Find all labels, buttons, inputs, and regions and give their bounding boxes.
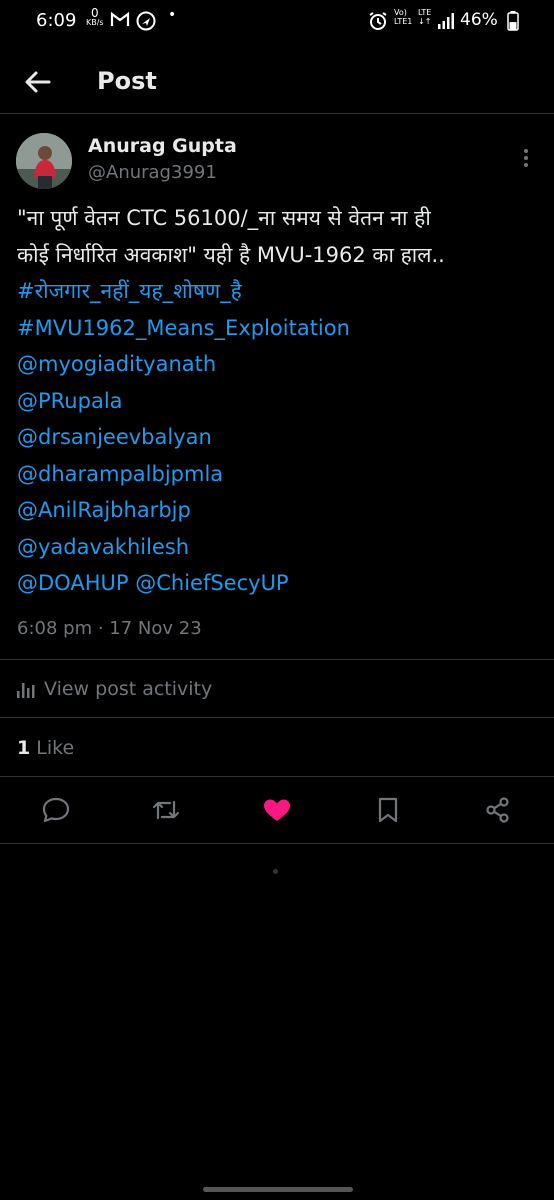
likes-divider (0, 776, 554, 777)
post-text-line: "ना पूर्ण वेतन CTC 56100/_ना समय से वेतन… (17, 206, 431, 230)
bookmark-button[interactable] (372, 796, 404, 824)
reply-button[interactable] (40, 796, 72, 824)
alarm-icon (368, 11, 388, 36)
share-icon (482, 797, 514, 828)
timestamp-divider (0, 659, 554, 660)
battery-percent: 46% (460, 10, 498, 30)
net-speed-unit: KB/s (86, 18, 104, 27)
data-arrows-text: ↓↑ (418, 17, 432, 26)
heart-filled-icon (261, 799, 293, 828)
post-timestamp[interactable]: 6:08 pm · 17 Nov 23 (17, 618, 202, 639)
view-post-activity-label: View post activity (44, 678, 213, 700)
screen: 6:09 0 KB/s • Vo) LTE1 LTE ↓↑ 46% Post A… (0, 0, 554, 1200)
avatar[interactable] (16, 133, 72, 189)
share-button[interactable] (482, 796, 514, 824)
net-speed-value: 0 (90, 6, 99, 20)
likes-count[interactable]: 1 Like (17, 737, 74, 759)
bookmark-icon (372, 797, 404, 828)
net-speed-indicator: 0 KB/s (86, 6, 104, 27)
hashtag-link[interactable]: #रोजगार_नहीं_यह_शोषण_है (17, 279, 242, 303)
mention-link[interactable]: @dharampalbjpmla (17, 462, 223, 486)
status-time: 6:09 (36, 10, 77, 31)
reply-icon (40, 797, 72, 828)
volte-text: Vo) (394, 8, 407, 17)
notification-dot: • (168, 7, 177, 23)
volte-sim-text: LTE1 (394, 17, 413, 26)
home-indicator[interactable] (203, 1187, 353, 1192)
post-actions-bar (0, 788, 554, 832)
author-handle[interactable]: @Anurag3991 (88, 162, 217, 183)
status-bar: 6:09 0 KB/s • Vo) LTE1 LTE ↓↑ 46% (0, 0, 554, 42)
mention-link[interactable]: @PRupala (17, 389, 123, 413)
actions-divider (0, 843, 554, 844)
like-button[interactable] (261, 796, 293, 824)
hashtag-link[interactable]: #MVU1962_Means_Exploitation (17, 316, 350, 340)
post-text-line: कोई निर्धारित अवकाश" यही है MVU-1962 का … (17, 242, 445, 267)
more-options-button[interactable] (512, 146, 540, 170)
post-text: "ना पूर्ण वेतन CTC 56100/_ना समय से वेतन… (17, 200, 537, 602)
arrow-left-icon (18, 71, 58, 104)
header-divider (0, 113, 554, 114)
gmail-icon (110, 11, 130, 32)
repost-button[interactable] (150, 796, 182, 824)
loading-indicator (273, 869, 278, 874)
likes-label: Like (36, 737, 75, 759)
battery-icon (507, 11, 519, 36)
more-vertical-icon (512, 149, 540, 174)
avatar-photo (16, 133, 72, 189)
bar-chart-icon (17, 682, 35, 702)
mention-link[interactable]: @ChiefSecyUP (135, 571, 288, 595)
navigation-icon (136, 11, 156, 36)
mention-link[interactable]: @yadavakhilesh (17, 535, 189, 559)
signal-icon (438, 12, 454, 35)
repost-icon (150, 800, 182, 828)
author-name[interactable]: Anurag Gupta (88, 135, 237, 157)
top-app-bar: Post (0, 54, 554, 110)
mention-link[interactable]: @myogiadityanath (17, 352, 216, 376)
lte-text: LTE (418, 8, 432, 17)
activity-divider (0, 717, 554, 718)
mention-link[interactable]: @DOAHUP (17, 571, 129, 595)
page-title: Post (97, 67, 157, 95)
volte-indicator: Vo) LTE1 (394, 8, 412, 26)
back-button[interactable] (18, 64, 58, 100)
mention-link[interactable]: @drsanjeevbalyan (17, 425, 212, 449)
likes-number: 1 (17, 737, 31, 759)
mention-link[interactable]: @AnilRajbharbjp (17, 498, 191, 522)
lte-indicator: LTE ↓↑ (418, 8, 431, 26)
